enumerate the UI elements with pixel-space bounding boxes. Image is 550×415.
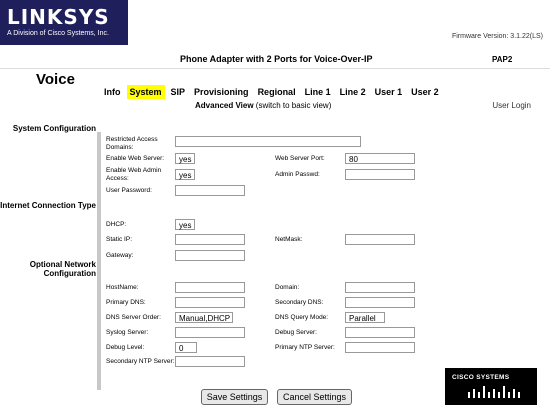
tab-line-1[interactable]: Line 1 bbox=[302, 85, 334, 99]
restricted-access-domains-input[interactable] bbox=[175, 136, 361, 147]
netmask-label: NetMask: bbox=[275, 236, 303, 243]
web-server-port-label: Web Server Port: bbox=[275, 155, 325, 162]
netmask-input[interactable] bbox=[345, 234, 415, 245]
section-divider bbox=[97, 132, 101, 390]
syslog-server-label: Syslog Server: bbox=[106, 329, 149, 336]
user-password-label: User Password: bbox=[106, 187, 152, 194]
primary-ntp-label: Primary NTP Server: bbox=[275, 344, 335, 351]
web-server-port-input[interactable]: 80 bbox=[345, 153, 415, 164]
hostname-label: HostName: bbox=[106, 284, 139, 291]
debug-level-select[interactable]: 0 bbox=[175, 342, 197, 353]
admin-passwd-input[interactable] bbox=[345, 169, 415, 180]
tab-user-1[interactable]: User 1 bbox=[372, 85, 406, 99]
secondary-dns-input[interactable] bbox=[345, 297, 415, 308]
domain-input[interactable] bbox=[345, 282, 415, 293]
section-title: Voice bbox=[36, 71, 75, 88]
static-ip-input[interactable] bbox=[175, 234, 245, 245]
primary-dns-label: Primary DNS: bbox=[106, 299, 146, 306]
dhcp-label: DHCP: bbox=[106, 221, 127, 228]
section-optional-network-configuration: Optional Network Configuration bbox=[29, 260, 96, 278]
user-login-link[interactable]: User Login bbox=[492, 101, 531, 110]
dns-server-order-select[interactable]: Manual,DHCP bbox=[175, 312, 233, 323]
section-system-configuration: System Configuration bbox=[12, 124, 96, 133]
tab-info[interactable]: Info bbox=[101, 85, 124, 99]
section-internet-connection-type: Internet Connection Type bbox=[0, 201, 96, 210]
logo-text: LINKSYS bbox=[7, 5, 110, 29]
product-title: Phone Adapter with 2 Ports for Voice-Ove… bbox=[180, 54, 373, 64]
static-ip-label: Static IP: bbox=[106, 236, 133, 243]
logo-subtitle: A Division of Cisco Systems, Inc. bbox=[7, 30, 109, 37]
view-toggle: Advanced View (switch to basic view) bbox=[195, 101, 331, 110]
tab-system[interactable]: System bbox=[126, 85, 165, 99]
save-settings-button[interactable]: Save Settings bbox=[201, 389, 268, 405]
hostname-input[interactable] bbox=[175, 282, 245, 293]
domain-label: Domain: bbox=[275, 284, 300, 291]
tab-user-2[interactable]: User 2 bbox=[408, 85, 442, 99]
firmware-version: Firmware Version: 3.1.22(LS) bbox=[451, 33, 543, 40]
enable-web-admin-label: Enable Web Admin Access: bbox=[106, 167, 162, 182]
gateway-input[interactable] bbox=[175, 250, 245, 261]
cancel-settings-button[interactable]: Cancel Settings bbox=[277, 389, 352, 405]
secondary-dns-label: Secondary DNS: bbox=[275, 299, 324, 306]
advanced-view-label: Advanced View bbox=[195, 101, 254, 110]
tab-sip[interactable]: SIP bbox=[168, 85, 189, 99]
enable-web-server-label: Enable Web Server: bbox=[106, 155, 165, 162]
secondary-ntp-label: Secondary NTP Server: bbox=[106, 358, 175, 365]
tab-line-2[interactable]: Line 2 bbox=[337, 85, 369, 99]
debug-server-input[interactable] bbox=[345, 327, 415, 338]
restricted-access-domains-label: Restricted Access Domains: bbox=[106, 136, 158, 151]
primary-ntp-input[interactable] bbox=[345, 342, 415, 353]
debug-level-label: Debug Level: bbox=[106, 344, 145, 351]
gateway-label: Gateway: bbox=[106, 252, 134, 259]
admin-passwd-label: Admin Passwd: bbox=[275, 171, 320, 178]
dns-query-mode-select[interactable]: Parallel bbox=[345, 312, 385, 323]
switch-basic-view-link[interactable]: (switch to basic view) bbox=[256, 101, 332, 110]
enable-web-server-select[interactable]: yes bbox=[175, 153, 195, 164]
secondary-ntp-input[interactable] bbox=[175, 356, 245, 367]
cisco-bridge-icon bbox=[468, 386, 520, 398]
tab-bar: Info System SIP Provisioning Regional Line 1L… bbox=[101, 82, 445, 99]
user-password-input[interactable] bbox=[175, 185, 245, 196]
dhcp-select[interactable]: yes bbox=[175, 219, 195, 230]
dns-query-mode-label: DNS Query Mode: bbox=[275, 314, 329, 321]
tab-provisioning[interactable]: Provisioning bbox=[191, 85, 252, 99]
primary-dns-input[interactable] bbox=[175, 297, 245, 308]
cisco-logo-text: CISCO SYSTEMS bbox=[452, 374, 510, 381]
tab-regional[interactable]: Regional bbox=[255, 85, 299, 99]
model-name: PAP2 bbox=[492, 55, 513, 64]
syslog-server-input[interactable] bbox=[175, 327, 245, 338]
enable-web-admin-select[interactable]: yes bbox=[175, 169, 195, 180]
debug-server-label: Debug Server: bbox=[275, 329, 317, 336]
dns-server-order-label: DNS Server Order: bbox=[106, 314, 161, 321]
